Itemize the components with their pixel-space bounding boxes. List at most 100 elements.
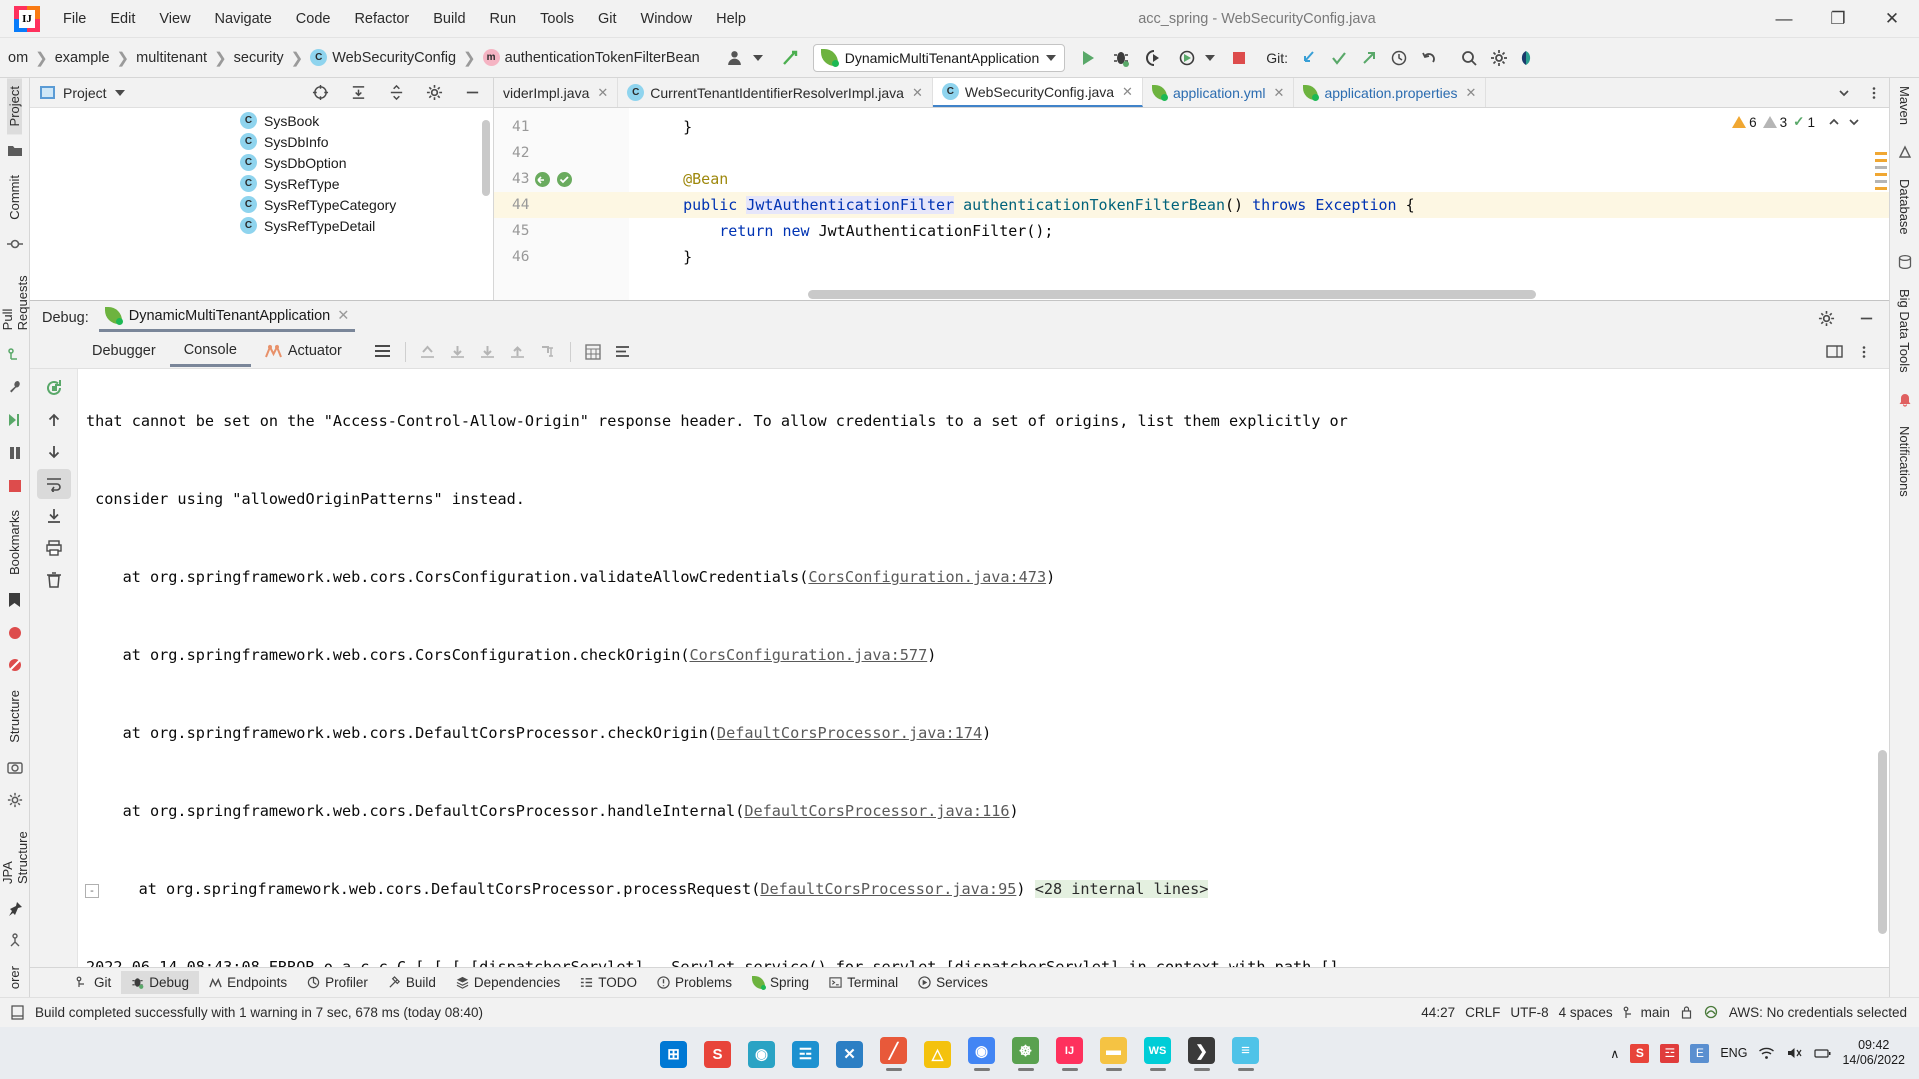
postman-icon[interactable]: ◉: [747, 1031, 777, 1077]
inspection-widget[interactable]: 6 3 ✓ 1: [1732, 114, 1861, 130]
stop-button[interactable]: [1224, 43, 1254, 73]
aws-icon[interactable]: [1703, 1005, 1719, 1020]
run-configuration-selector[interactable]: DynamicMultiTenantApplication: [812, 43, 1066, 72]
menu-help[interactable]: Help: [705, 7, 757, 31]
update-project-icon[interactable]: [775, 43, 805, 73]
bean-icon[interactable]: [556, 171, 573, 188]
debug-settings-icon[interactable]: [1811, 303, 1841, 333]
soft-wrap-icon[interactable]: [608, 337, 638, 367]
console-more-icon[interactable]: [1849, 337, 1879, 367]
list-item[interactable]: C SysRefType: [30, 173, 493, 194]
menu-refactor[interactable]: Refactor: [343, 7, 420, 31]
sidebar-item-maven[interactable]: Maven: [1897, 78, 1912, 133]
console-settings-icon[interactable]: [1819, 337, 1849, 367]
tab-debugger[interactable]: Debugger: [78, 338, 170, 365]
debug-session-tab[interactable]: DynamicMultiTenantApplication ✕: [98, 304, 356, 332]
close-icon[interactable]: ✕: [1466, 85, 1477, 101]
line-separator[interactable]: CRLF: [1465, 1005, 1500, 1020]
tray-bug-icon[interactable]: ☲: [1660, 1043, 1680, 1063]
panel-options-icon[interactable]: [419, 78, 449, 108]
console-layout-icon[interactable]: [368, 337, 398, 367]
breadcrumb-label[interactable]: om: [8, 50, 28, 66]
tool-window-endpoints[interactable]: Endpoints: [199, 971, 297, 994]
rerun-icon[interactable]: [37, 373, 71, 403]
code-lines[interactable]: } @Bean public JwtAuthenticationFilter a…: [629, 108, 1889, 300]
menu-view[interactable]: View: [148, 7, 201, 31]
breadcrumb-label[interactable]: multitenant: [136, 50, 207, 66]
menu-navigate[interactable]: Navigate: [204, 7, 283, 31]
select-opened-file-icon[interactable]: [305, 78, 335, 108]
folder-icon[interactable]: [4, 142, 26, 159]
powershell-icon[interactable]: ❯: [1187, 1031, 1217, 1077]
folded-lines-badge[interactable]: <28 internal lines>: [1034, 880, 1209, 898]
debug-button[interactable]: [1106, 43, 1136, 73]
scroll-down-icon[interactable]: [37, 437, 71, 467]
stacktrace-link[interactable]: DefaultCorsProcessor.java:174: [717, 724, 982, 742]
sidebar-item-structure[interactable]: Structure: [7, 682, 22, 751]
right-tool-rail[interactable]: Maven Database Big Data Tools Notificati…: [1889, 78, 1919, 997]
soft-wrap-toggle-icon[interactable]: [36, 469, 71, 499]
tool-window-todo[interactable]: TODO: [570, 971, 647, 994]
close-icon[interactable]: ✕: [337, 308, 349, 324]
project-scrollbar[interactable]: [482, 120, 490, 196]
chevron-down-icon[interactable]: [114, 89, 125, 96]
run-to-cursor-icon[interactable]: [533, 337, 563, 367]
breadcrumb-label[interactable]: security: [234, 50, 284, 66]
aws-status[interactable]: AWS: No credentials selected: [1729, 1005, 1907, 1020]
maximize-button[interactable]: ❐: [1811, 0, 1865, 38]
tab-websecurityconfig[interactable]: C WebSecurityConfig.java ✕: [932, 78, 1143, 107]
mute-breakpoints-icon[interactable]: [4, 657, 26, 674]
print-icon[interactable]: [37, 533, 71, 563]
project-tree[interactable]: C SysBook C SysDbInfo C SysDbOption C Sy…: [30, 108, 493, 300]
git-push-icon[interactable]: [1354, 43, 1384, 73]
ide-assistant-icon[interactable]: [1514, 43, 1544, 73]
tab-application-properties[interactable]: application.properties ✕: [1294, 78, 1487, 107]
tool-window-profiler[interactable]: Profiler: [297, 971, 378, 994]
close-icon[interactable]: ✕: [1122, 84, 1133, 100]
close-icon[interactable]: ✕: [597, 85, 608, 101]
hide-debug-icon[interactable]: [1851, 303, 1881, 333]
tool-window-terminal[interactable]: Terminal: [819, 971, 908, 994]
run-button[interactable]: [1073, 43, 1103, 73]
tool-icon[interactable]: ╱: [879, 1031, 909, 1077]
menu-bar[interactable]: File Edit View Navigate Code Refactor Bu…: [52, 7, 757, 31]
menu-run[interactable]: Run: [479, 7, 528, 31]
tool-window-dependencies[interactable]: Dependencies: [446, 971, 570, 994]
webstorm-icon[interactable]: WS: [1143, 1031, 1173, 1077]
pause-program-icon[interactable]: [4, 445, 26, 462]
minimize-button[interactable]: —: [1757, 0, 1811, 38]
stacktrace-link[interactable]: CorsConfiguration.java:473: [808, 568, 1046, 586]
sidebar-item-notifications[interactable]: Notifications: [1897, 418, 1912, 505]
breakpoint-icon[interactable]: [4, 624, 26, 641]
drive-icon[interactable]: △: [923, 1031, 953, 1077]
console-side-toolbar[interactable]: [30, 369, 78, 967]
clear-console-icon[interactable]: [37, 565, 71, 595]
step-out-icon[interactable]: [413, 337, 443, 367]
git-branch[interactable]: main: [1623, 1005, 1670, 1020]
git-rollback-icon[interactable]: [1414, 43, 1444, 73]
system-tray[interactable]: ∧ S ☲ E ENG 09:42 14/06/2022: [1610, 1038, 1919, 1068]
menu-edit[interactable]: Edit: [99, 7, 146, 31]
tab-application-yml[interactable]: application.yml ✕: [1143, 78, 1295, 107]
console-output[interactable]: that cannot be set on the "Access-Contro…: [78, 369, 1889, 967]
camera-icon[interactable]: [4, 758, 26, 775]
pin-icon[interactable]: [4, 900, 26, 917]
list-item[interactable]: C SysRefTypeCategory: [30, 194, 493, 215]
tab-actuator[interactable]: Actuator: [251, 338, 356, 365]
window-controls[interactable]: — ❐ ✕: [1757, 0, 1919, 38]
gear-icon[interactable]: [1484, 43, 1514, 73]
run-with-coverage-button[interactable]: [1139, 43, 1169, 73]
tool-window-debug[interactable]: Debug: [121, 971, 200, 994]
intellij-icon[interactable]: IJ: [1055, 1031, 1085, 1077]
list-item[interactable]: C SysDbOption: [30, 152, 493, 173]
step-over-icon[interactable]: [443, 337, 473, 367]
tool-window-build[interactable]: Build: [378, 971, 446, 994]
left-tool-rail[interactable]: Project Commit Pull Requests Bookmarks S…: [0, 78, 30, 997]
git-update-icon[interactable]: [1294, 43, 1324, 73]
profiler-button[interactable]: [1172, 43, 1202, 73]
user-caret-icon[interactable]: [752, 54, 763, 61]
scroll-to-end-icon[interactable]: [37, 501, 71, 531]
run-buttons[interactable]: [1073, 43, 1254, 73]
close-button[interactable]: ✕: [1865, 0, 1919, 38]
breadcrumb-label[interactable]: authenticationTokenFilterBean: [505, 50, 700, 66]
